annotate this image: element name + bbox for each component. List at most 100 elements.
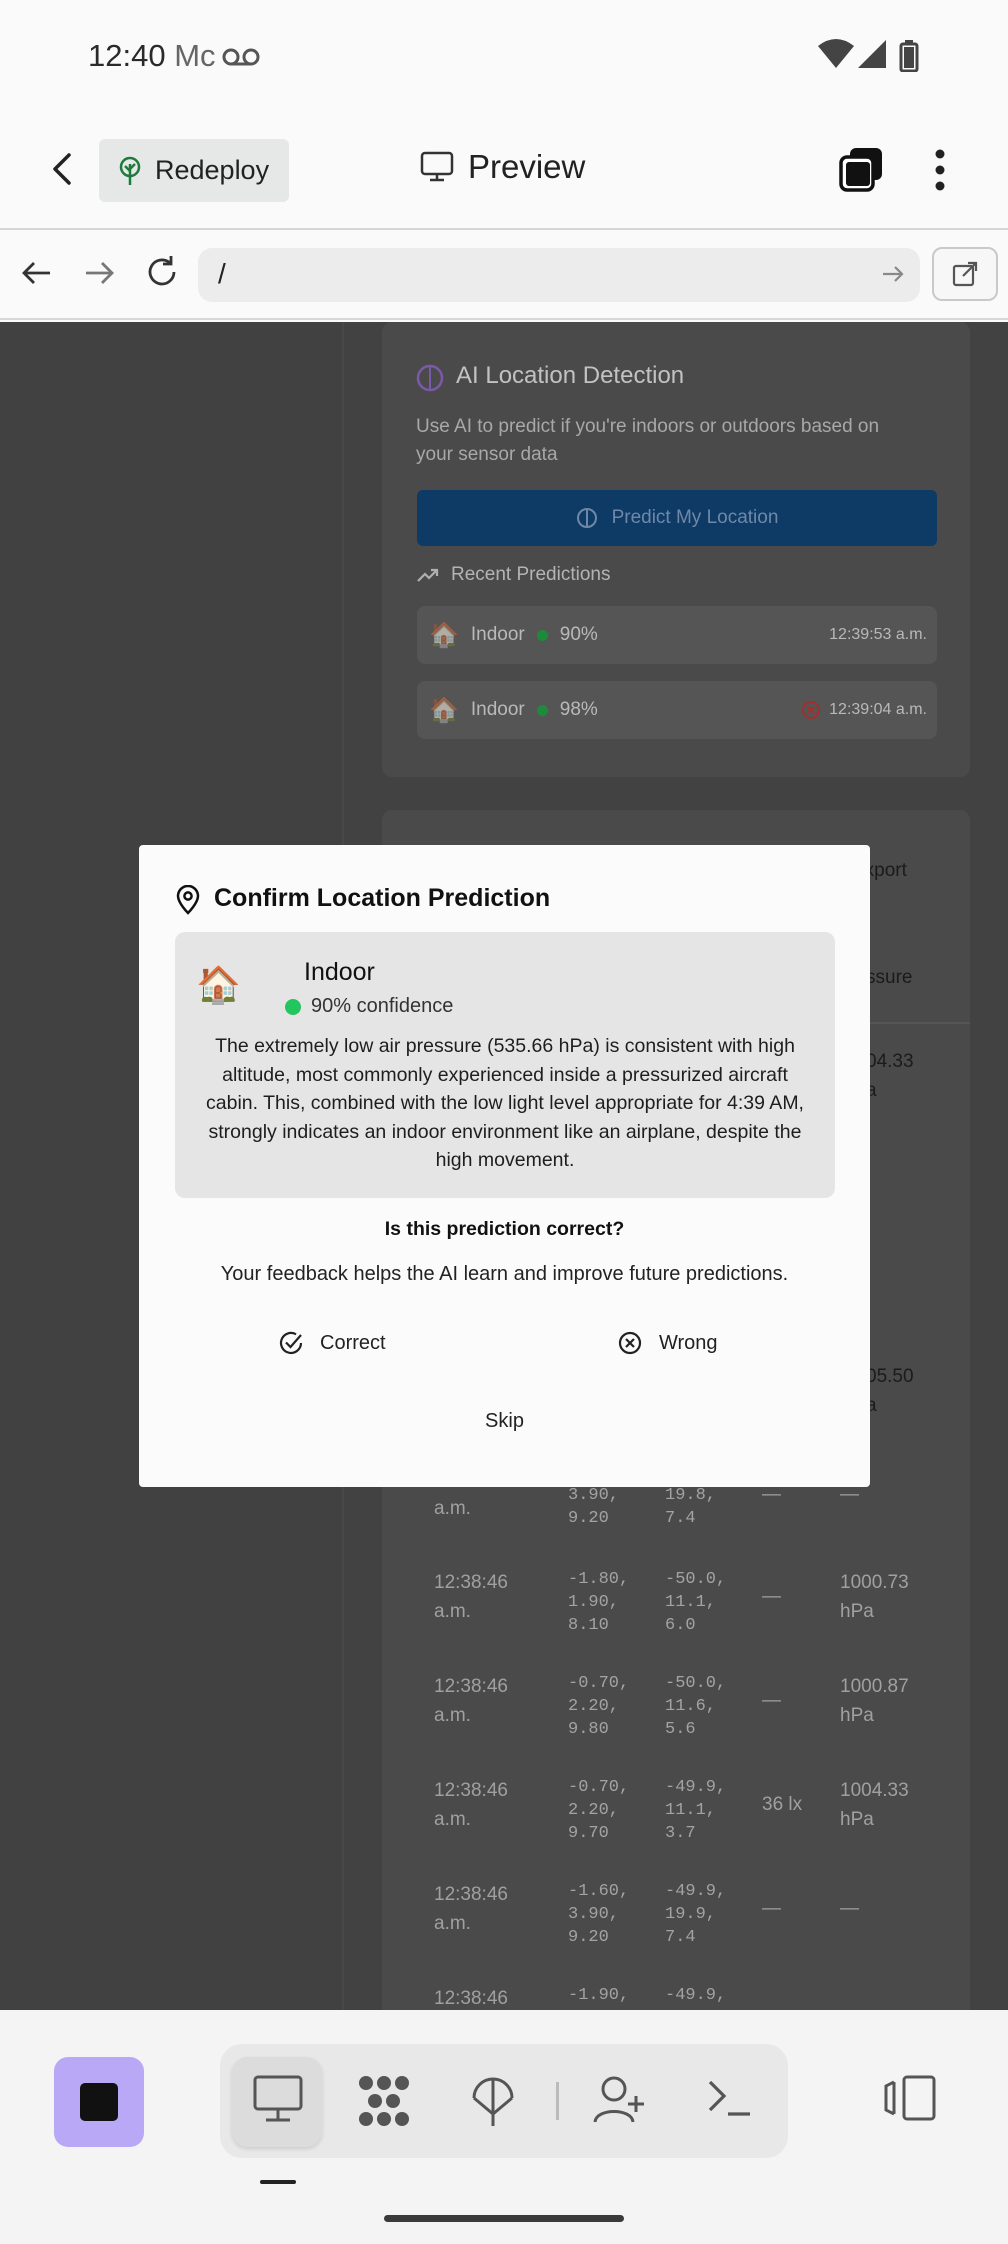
row-time: 12:38:46 a.m. — [434, 1572, 508, 1622]
recent-prediction-confidence: 98% — [559, 699, 598, 720]
prediction-reasoning: The extremely low air pressure (535.66 h… — [206, 1035, 804, 1171]
row-mag: -49.9, 11.1, 3.7 — [665, 1778, 727, 1843]
ai-card-description-1: Use AI to predict if you're indoors or o… — [416, 416, 880, 437]
x-circle-icon — [617, 1330, 643, 1356]
prediction-label: Indoor — [304, 958, 375, 986]
url-text: / — [218, 258, 226, 289]
stop-button[interactable] — [54, 2057, 144, 2147]
row-pressure: 1000.87 hPa — [840, 1676, 909, 1726]
row-time: 12:38:46 a.m. — [434, 1676, 508, 1726]
nav-back-icon[interactable] — [20, 258, 54, 288]
desktop-icon — [252, 2074, 304, 2124]
battery-icon — [899, 40, 919, 72]
row-light: 36 lx — [762, 1794, 803, 1815]
row-mag: -49.9, — [665, 1986, 727, 2005]
wifi-icon — [816, 38, 856, 70]
brain-icon — [416, 364, 444, 392]
wrong-button[interactable]: Wrong — [617, 1324, 718, 1362]
confidence-row: 90% confidence — [285, 995, 453, 1018]
check-circle-icon — [278, 1330, 304, 1356]
partial-pressure-value: 05.50 a — [866, 1366, 914, 1416]
add-user-icon[interactable] — [592, 2074, 648, 2126]
external-link-icon — [951, 260, 979, 288]
predict-location-button[interactable]: Predict My Location — [417, 490, 937, 546]
recent-predictions-label: Recent Predictions — [451, 564, 611, 585]
row-time: 12:38:46 a.m. — [434, 1780, 508, 1830]
feedback-question: Is this prediction correct? — [384, 1218, 625, 1240]
row-light: — — [762, 1586, 781, 1607]
row-accel: -0.70, 2.20, 9.80 — [568, 1674, 630, 1739]
redeploy-button[interactable]: Redeploy — [99, 139, 289, 202]
row-light: — — [762, 1690, 781, 1711]
workflow-icon[interactable] — [356, 2074, 412, 2128]
stop-icon — [80, 2083, 118, 2121]
preview-title: Preview — [420, 148, 585, 186]
row-time: 12:38:46 a.m. — [434, 1884, 508, 1934]
voicemail-icon — [222, 46, 260, 68]
recent-prediction-item: 🏠 Indoor 98% 12:39:04 a.m. — [417, 681, 937, 739]
confidence-text: 90% confidence — [311, 995, 454, 1017]
recent-prediction-time: 12:39:04 a.m. — [829, 701, 927, 718]
row-accel: -1.60, 3.90, 9.20 — [568, 1882, 630, 1947]
pressure-column-header: ssure — [866, 967, 913, 988]
correct-button[interactable]: Correct — [278, 1324, 386, 1362]
row-accel: -1.80, 1.90, 8.10 — [568, 1570, 630, 1635]
monitor-icon — [420, 151, 454, 183]
feedback-description: Your feedback helps the AI learn and imp… — [220, 1263, 789, 1285]
row-pressure: — — [840, 1898, 859, 1919]
house-icon: 🏠 — [429, 621, 459, 649]
recent-prediction-label: Indoor — [470, 624, 525, 645]
toolbar-divider — [556, 2082, 559, 2120]
preview-label: Preview — [468, 148, 586, 185]
row-accel: -0.70, 2.20, 9.70 — [568, 1778, 630, 1843]
row-pressure: 1000.73 hPa — [840, 1572, 909, 1622]
tree-icon — [117, 156, 143, 186]
row-time: a.m. — [434, 1498, 471, 1519]
row-mag: -49.9, 19.9, 7.4 — [665, 1882, 727, 1947]
row-pressure: 1004.33 hPa — [840, 1780, 909, 1830]
row-mag: -50.0, 11.6, 5.6 — [665, 1674, 727, 1739]
dialog-title: Confirm Location Prediction — [214, 884, 551, 912]
terminal-icon[interactable] — [706, 2074, 752, 2122]
back-button[interactable] — [44, 150, 82, 188]
brain-icon — [576, 507, 598, 529]
correct-label: Correct — [320, 1331, 386, 1354]
house-icon: 🏠 — [196, 964, 241, 1005]
nav-forward-icon[interactable] — [82, 258, 116, 288]
row-time: 12:38:46 — [434, 1988, 508, 2009]
status-dot — [536, 704, 548, 716]
more-options-icon[interactable] — [932, 148, 948, 192]
recent-prediction-time: 12:39:53 a.m. — [829, 626, 927, 643]
row-accel: 3.90, 9.20 — [568, 1486, 620, 1528]
go-arrow-icon[interactable] — [880, 262, 906, 286]
row-accel: -1.90, — [568, 1986, 630, 2005]
status-dot — [536, 629, 548, 641]
deploy-antenna-icon[interactable] — [468, 2074, 518, 2128]
redeploy-label: Redeploy — [155, 155, 270, 185]
partial-pressure-value: 04.33 a — [866, 1051, 914, 1101]
url-input[interactable] — [198, 248, 920, 302]
house-icon: 🏠 — [429, 696, 459, 724]
map-pin-icon — [174, 885, 202, 915]
recent-prediction-item: 🏠 Indoor 90% 12:39:53 a.m. — [417, 606, 937, 664]
confidence-dot — [285, 998, 301, 1015]
home-indicator[interactable] — [384, 2215, 624, 2222]
tabs-switcher-icon[interactable] — [838, 146, 886, 194]
trending-icon — [416, 566, 440, 584]
row-light: — — [762, 1898, 781, 1919]
recent-prediction-label: Indoor — [470, 699, 525, 720]
predict-button-label: Predict My Location — [611, 507, 779, 528]
reload-icon[interactable] — [144, 254, 180, 290]
open-external-button[interactable] — [932, 247, 998, 301]
skip-button[interactable]: Skip — [139, 1410, 870, 1433]
wrong-label: Wrong — [659, 1331, 718, 1354]
recent-prediction-confidence: 90% — [559, 624, 598, 645]
wrong-marker-icon — [801, 700, 821, 720]
active-tab-indicator — [260, 2180, 296, 2184]
status-time: 12:40 Mc — [88, 38, 216, 73]
ai-card-title: AI Location Detection — [456, 362, 685, 389]
row-mag: 19.8, 7.4 — [665, 1486, 717, 1528]
row-mag: -50.0, 11.1, 6.0 — [665, 1570, 727, 1635]
split-view-icon[interactable] — [882, 2074, 938, 2122]
ai-card-description-2: your sensor data — [416, 444, 558, 465]
